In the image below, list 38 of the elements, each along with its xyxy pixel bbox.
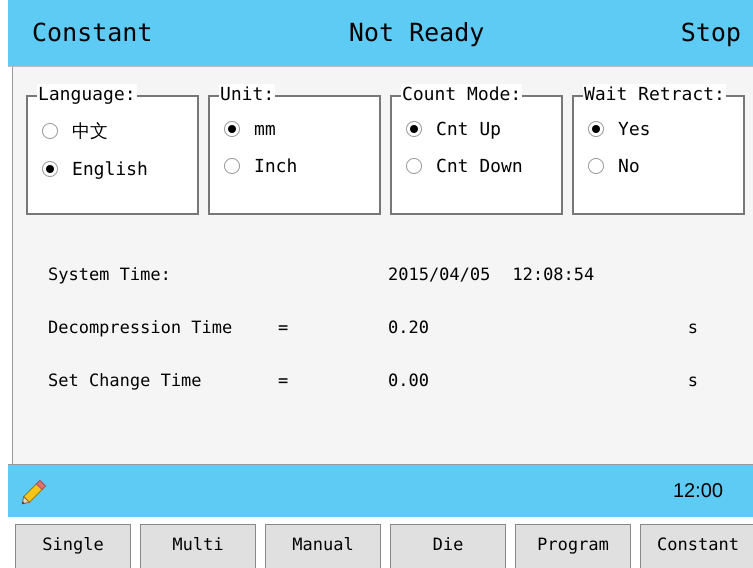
setting-label: System Time: — [48, 264, 171, 285]
radio-option[interactable]: Cnt Down — [406, 156, 561, 177]
mode-label: Constant — [32, 18, 152, 48]
radio-button[interactable] — [42, 122, 58, 139]
nav-button[interactable]: Constant — [640, 524, 753, 568]
nav-button[interactable]: Single — [15, 524, 131, 568]
radio-button[interactable] — [42, 161, 58, 178]
equals-sign: = — [278, 318, 288, 338]
state-label: Stop — [680, 18, 741, 48]
radio-option[interactable]: Inch — [224, 156, 379, 177]
radio-option[interactable]: No — [588, 156, 743, 177]
equals-sign: = — [278, 370, 288, 391]
setting-value[interactable]: 12:08:54 — [512, 264, 594, 285]
setting-label: Set Change Time — [48, 370, 202, 391]
radio-button[interactable] — [224, 158, 240, 174]
setting-value[interactable]: 2015/04/05 — [388, 264, 490, 285]
setting-label: Decompression Time — [48, 318, 232, 338]
radio-option[interactable]: Cnt Up — [406, 118, 561, 140]
nav-button[interactable]: Die — [390, 524, 506, 568]
unit-label: s — [688, 318, 698, 338]
setting-value[interactable]: 0.20 — [388, 318, 429, 338]
radio-button[interactable] — [588, 121, 604, 138]
radio-option[interactable]: English — [42, 158, 197, 180]
radio-option[interactable]: Yes — [588, 118, 743, 140]
radio-option[interactable]: mm — [224, 118, 379, 140]
group-label: Language: — [37, 84, 137, 105]
unit-label: s — [688, 370, 698, 391]
status-label: Not Ready — [348, 18, 484, 48]
setting-value[interactable]: 0.00 — [388, 370, 429, 391]
radio-button[interactable] — [406, 121, 422, 138]
nav-button[interactable]: Program — [515, 524, 631, 568]
radio-button[interactable] — [224, 121, 240, 138]
nav-button[interactable]: Manual — [265, 524, 381, 568]
clock-time: 12:00 — [672, 480, 723, 503]
radio-button[interactable] — [588, 158, 604, 174]
radio-option[interactable]: 中文 — [42, 118, 197, 143]
nav-button[interactable]: Multi — [140, 524, 256, 568]
radio-button[interactable] — [406, 158, 422, 174]
